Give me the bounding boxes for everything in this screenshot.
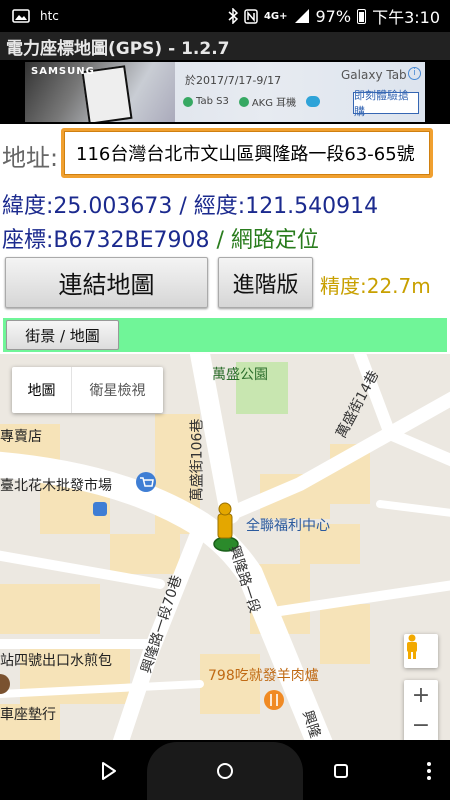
coordinate-line: 座標:B6732BE7908 / 網路定位 bbox=[2, 222, 319, 254]
ad-logo-akg: AKG 耳機 bbox=[238, 94, 297, 109]
shopping-icon bbox=[136, 472, 156, 492]
menu-icon bbox=[427, 762, 431, 780]
back-button[interactable] bbox=[98, 760, 120, 782]
pegman-icon bbox=[407, 634, 417, 659]
recents-icon bbox=[334, 764, 348, 778]
ad-cta-button[interactable]: 即刻體驗搶購 bbox=[353, 89, 419, 118]
map-label-flower-market: 臺北花木批發市場 bbox=[0, 478, 112, 494]
map-label-shop: 專賣店 bbox=[0, 429, 42, 445]
ad-chat-icon bbox=[306, 96, 321, 107]
zoom-out-button[interactable]: − bbox=[404, 710, 438, 740]
ad-info-icon[interactable]: i bbox=[408, 67, 421, 80]
power-coordinate: 座標:B6732BE7908 bbox=[2, 228, 210, 253]
address-field[interactable]: 116台灣台北市文山區興隆路一段63-65號 bbox=[61, 128, 433, 178]
clock: 下午3:10 bbox=[372, 8, 440, 27]
photo-icon bbox=[12, 9, 30, 23]
home-icon bbox=[217, 763, 233, 779]
map-type-map-button[interactable]: 地圖 bbox=[12, 367, 72, 413]
ad-dot-icon bbox=[183, 96, 193, 107]
phone-screen: htc 4G+ 97% 下午3:10 電力座標地圖(GPS) - 1.2.7 S… bbox=[0, 0, 450, 800]
accuracy-readout: 精度:22.7m bbox=[320, 274, 431, 298]
ad-date: 於2017/7/17-9/17 bbox=[185, 74, 282, 87]
address-label: 地址: bbox=[2, 144, 59, 172]
battery-percent: 97% bbox=[315, 6, 352, 26]
location-panel: 地址: 116台灣台北市文山區興隆路一段63-65號 緯度:25.003673 … bbox=[0, 124, 450, 354]
restaurant-icon bbox=[264, 690, 284, 710]
map-type-satellite-button[interactable]: 衛星檢視 bbox=[72, 367, 163, 413]
map-label-street-106: 萬盛街106巷 bbox=[189, 418, 206, 502]
map-type-control: 地圖 衛星檢視 bbox=[12, 367, 163, 413]
app-title: 電力座標地圖(GPS) - 1.2.7 bbox=[0, 32, 450, 60]
ad-brand-galaxy-tab: Galaxy Tab bbox=[341, 68, 407, 82]
bluetooth-icon bbox=[228, 8, 238, 24]
ad-banner-container: SAMSUNG 於2017/7/17-9/17 Galaxy Tab i Tab… bbox=[0, 60, 450, 124]
recents-button[interactable] bbox=[330, 760, 352, 782]
ad-logo-label: Tab S3 bbox=[196, 96, 229, 107]
map-label-store: 全聯福利中心 bbox=[246, 518, 330, 534]
menu-button[interactable] bbox=[418, 760, 440, 782]
battery-icon bbox=[357, 8, 367, 24]
nfc-icon bbox=[244, 8, 258, 24]
map-label-pancake: 站四號出口水煎包 bbox=[0, 653, 112, 669]
zoom-control: + − bbox=[404, 680, 438, 740]
map-label-park: 萬盛公園 bbox=[212, 367, 268, 383]
advanced-version-button[interactable]: 進階版 bbox=[218, 257, 313, 308]
map-view[interactable]: 萬盛公園 專賣店 臺北花木批發市場 全聯福利中心 萬盛街106巷 萬盛街14巷 … bbox=[0, 354, 450, 740]
ad-logo-label: AKG 耳機 bbox=[251, 98, 297, 109]
ad-banner[interactable]: SAMSUNG 於2017/7/17-9/17 Galaxy Tab i Tab… bbox=[25, 62, 425, 122]
map-label-seat-cushion: 車座墊行 bbox=[0, 707, 56, 723]
street-view-pegman-button[interactable] bbox=[404, 634, 438, 668]
connect-map-button[interactable]: 連結地圖 bbox=[5, 257, 208, 308]
signal-icon bbox=[294, 9, 309, 23]
network-type: 4G+ bbox=[263, 10, 288, 22]
lat-lon-readout: 緯度:25.003673 / 經度:121.540914 bbox=[2, 194, 379, 219]
street-view-toggle-button[interactable]: 街景 / 地圖 bbox=[6, 320, 119, 350]
home-button[interactable] bbox=[214, 760, 236, 782]
street-view-bar: 街景 / 地圖 bbox=[3, 318, 447, 352]
bus-icon bbox=[93, 502, 107, 516]
ad-logo-tab-s3: Tab S3 bbox=[183, 96, 229, 107]
ad-logos: Tab S3 AKG 耳機 bbox=[183, 94, 321, 109]
ad-dot-icon bbox=[238, 96, 249, 107]
carrier-label: htc bbox=[40, 9, 59, 23]
navigation-bar bbox=[0, 740, 450, 800]
ad-brand-samsung: SAMSUNG bbox=[31, 66, 95, 77]
back-icon bbox=[102, 762, 116, 780]
status-bar: htc 4G+ 97% 下午3:10 bbox=[0, 0, 450, 32]
zoom-in-button[interactable]: + bbox=[404, 680, 438, 710]
map-label-restaurant: 798吃就發羊肉爐 bbox=[208, 668, 319, 684]
location-source: / 網路定位 bbox=[209, 228, 319, 253]
